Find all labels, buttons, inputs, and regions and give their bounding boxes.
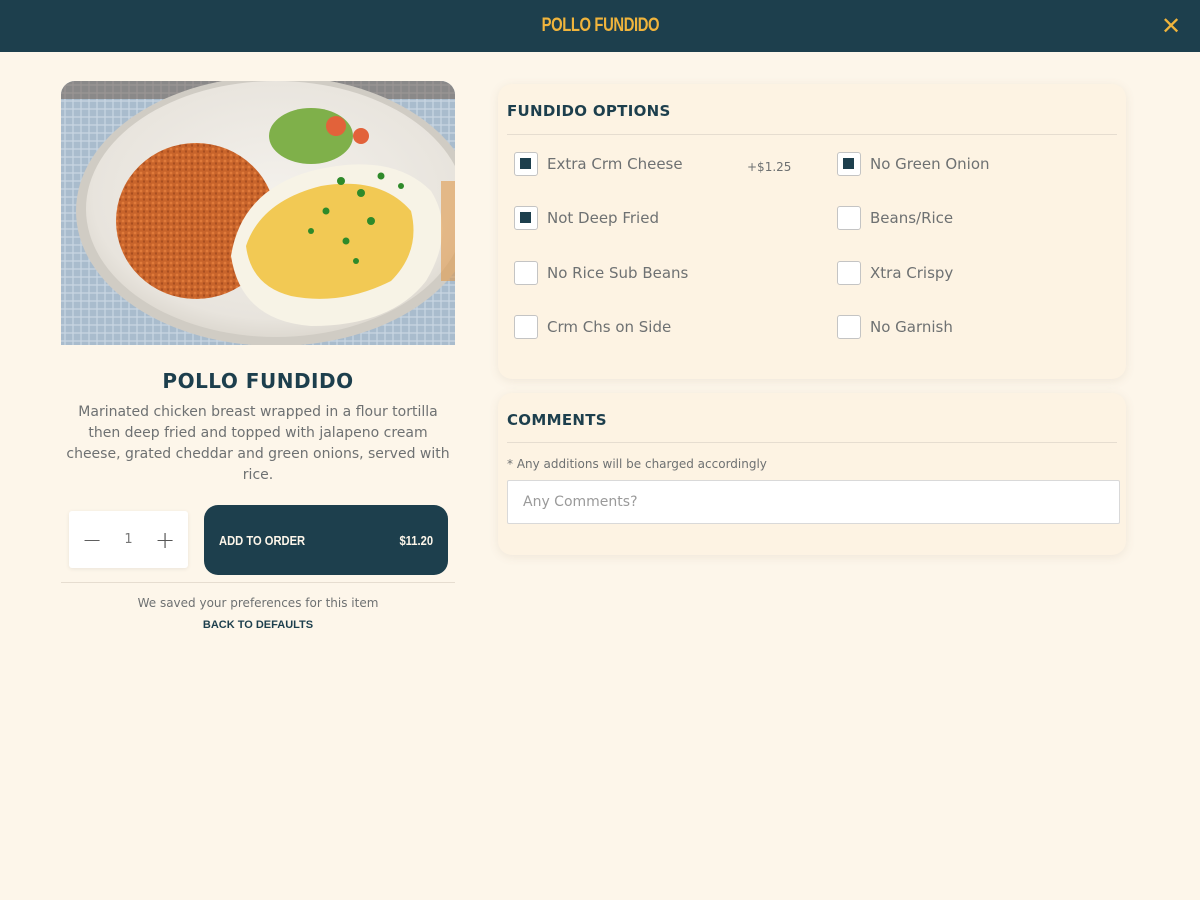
option-label: No Rice Sub Beans — [547, 264, 689, 282]
saved-preferences-note: We saved your preferences for this item — [137, 596, 379, 610]
options-title: FUNDIDO OPTIONS — [507, 102, 671, 120]
option-beans-rice[interactable]: Beans/Rice — [837, 206, 953, 230]
checkbox[interactable] — [514, 152, 538, 176]
option-label: Beans/Rice — [870, 209, 954, 227]
divider — [507, 442, 1117, 443]
plus-icon[interactable]: + — [154, 528, 176, 552]
back-to-defaults-link[interactable]: BACK TO DEFAULTS — [61, 619, 455, 631]
page-title: POLLO FUNDIDO — [541, 15, 659, 36]
comments-title: COMMENTS — [507, 411, 607, 429]
item-description: Marinated chicken breast wrapped in a fl… — [66, 404, 450, 483]
option-xtra-crispy[interactable]: Xtra Crispy — [837, 261, 953, 285]
options-card: FUNDIDO OPTIONS Extra Crm Cheese +$1.25 … — [498, 84, 1126, 379]
option-label: Xtra Crispy — [870, 264, 954, 282]
add-to-order-button[interactable]: ADD TO ORDER $11.20 — [204, 505, 448, 575]
checkbox[interactable] — [514, 315, 538, 339]
option-label: No Green Onion — [870, 155, 990, 173]
comments-note: * Any additions will be charged accordin… — [507, 457, 767, 471]
item-title: POLLO FUNDIDO — [162, 369, 354, 393]
option-label: No Garnish — [870, 318, 953, 336]
option-price: +$1.25 — [747, 160, 792, 174]
checkbox[interactable] — [514, 261, 538, 285]
checkbox[interactable] — [837, 315, 861, 339]
quantity-value: 1 — [124, 532, 133, 547]
comments-card: COMMENTS * Any additions will be charged… — [498, 393, 1126, 555]
comments-input[interactable] — [507, 480, 1120, 524]
quantity-stepper: − 1 + — [69, 511, 188, 568]
add-to-order-label: ADD TO ORDER — [219, 532, 306, 548]
divider — [61, 582, 455, 583]
divider — [507, 134, 1117, 135]
option-label: Not Deep Fried — [547, 209, 659, 227]
checkbox[interactable] — [837, 206, 861, 230]
option-no-green-onion[interactable]: No Green Onion — [837, 152, 990, 176]
item-photo — [61, 81, 455, 345]
option-crm-chs-on-side[interactable]: Crm Chs on Side — [514, 315, 671, 339]
add-to-order-price: $11.20 — [399, 532, 433, 548]
header-bar: POLLO FUNDIDO ✕ — [0, 0, 1200, 52]
option-no-rice-sub-beans[interactable]: No Rice Sub Beans — [514, 261, 688, 285]
option-extra-crm-cheese[interactable]: Extra Crm Cheese — [514, 152, 683, 176]
option-no-garnish[interactable]: No Garnish — [837, 315, 953, 339]
option-label: Crm Chs on Side — [547, 318, 672, 336]
option-label: Extra Crm Cheese — [547, 155, 683, 173]
checkbox[interactable] — [837, 261, 861, 285]
checkbox[interactable] — [514, 206, 538, 230]
checkbox[interactable] — [837, 152, 861, 176]
option-not-deep-fried[interactable]: Not Deep Fried — [514, 206, 659, 230]
food-image — [61, 81, 455, 345]
minus-icon[interactable]: − — [81, 528, 103, 552]
close-icon[interactable]: ✕ — [1160, 14, 1182, 38]
